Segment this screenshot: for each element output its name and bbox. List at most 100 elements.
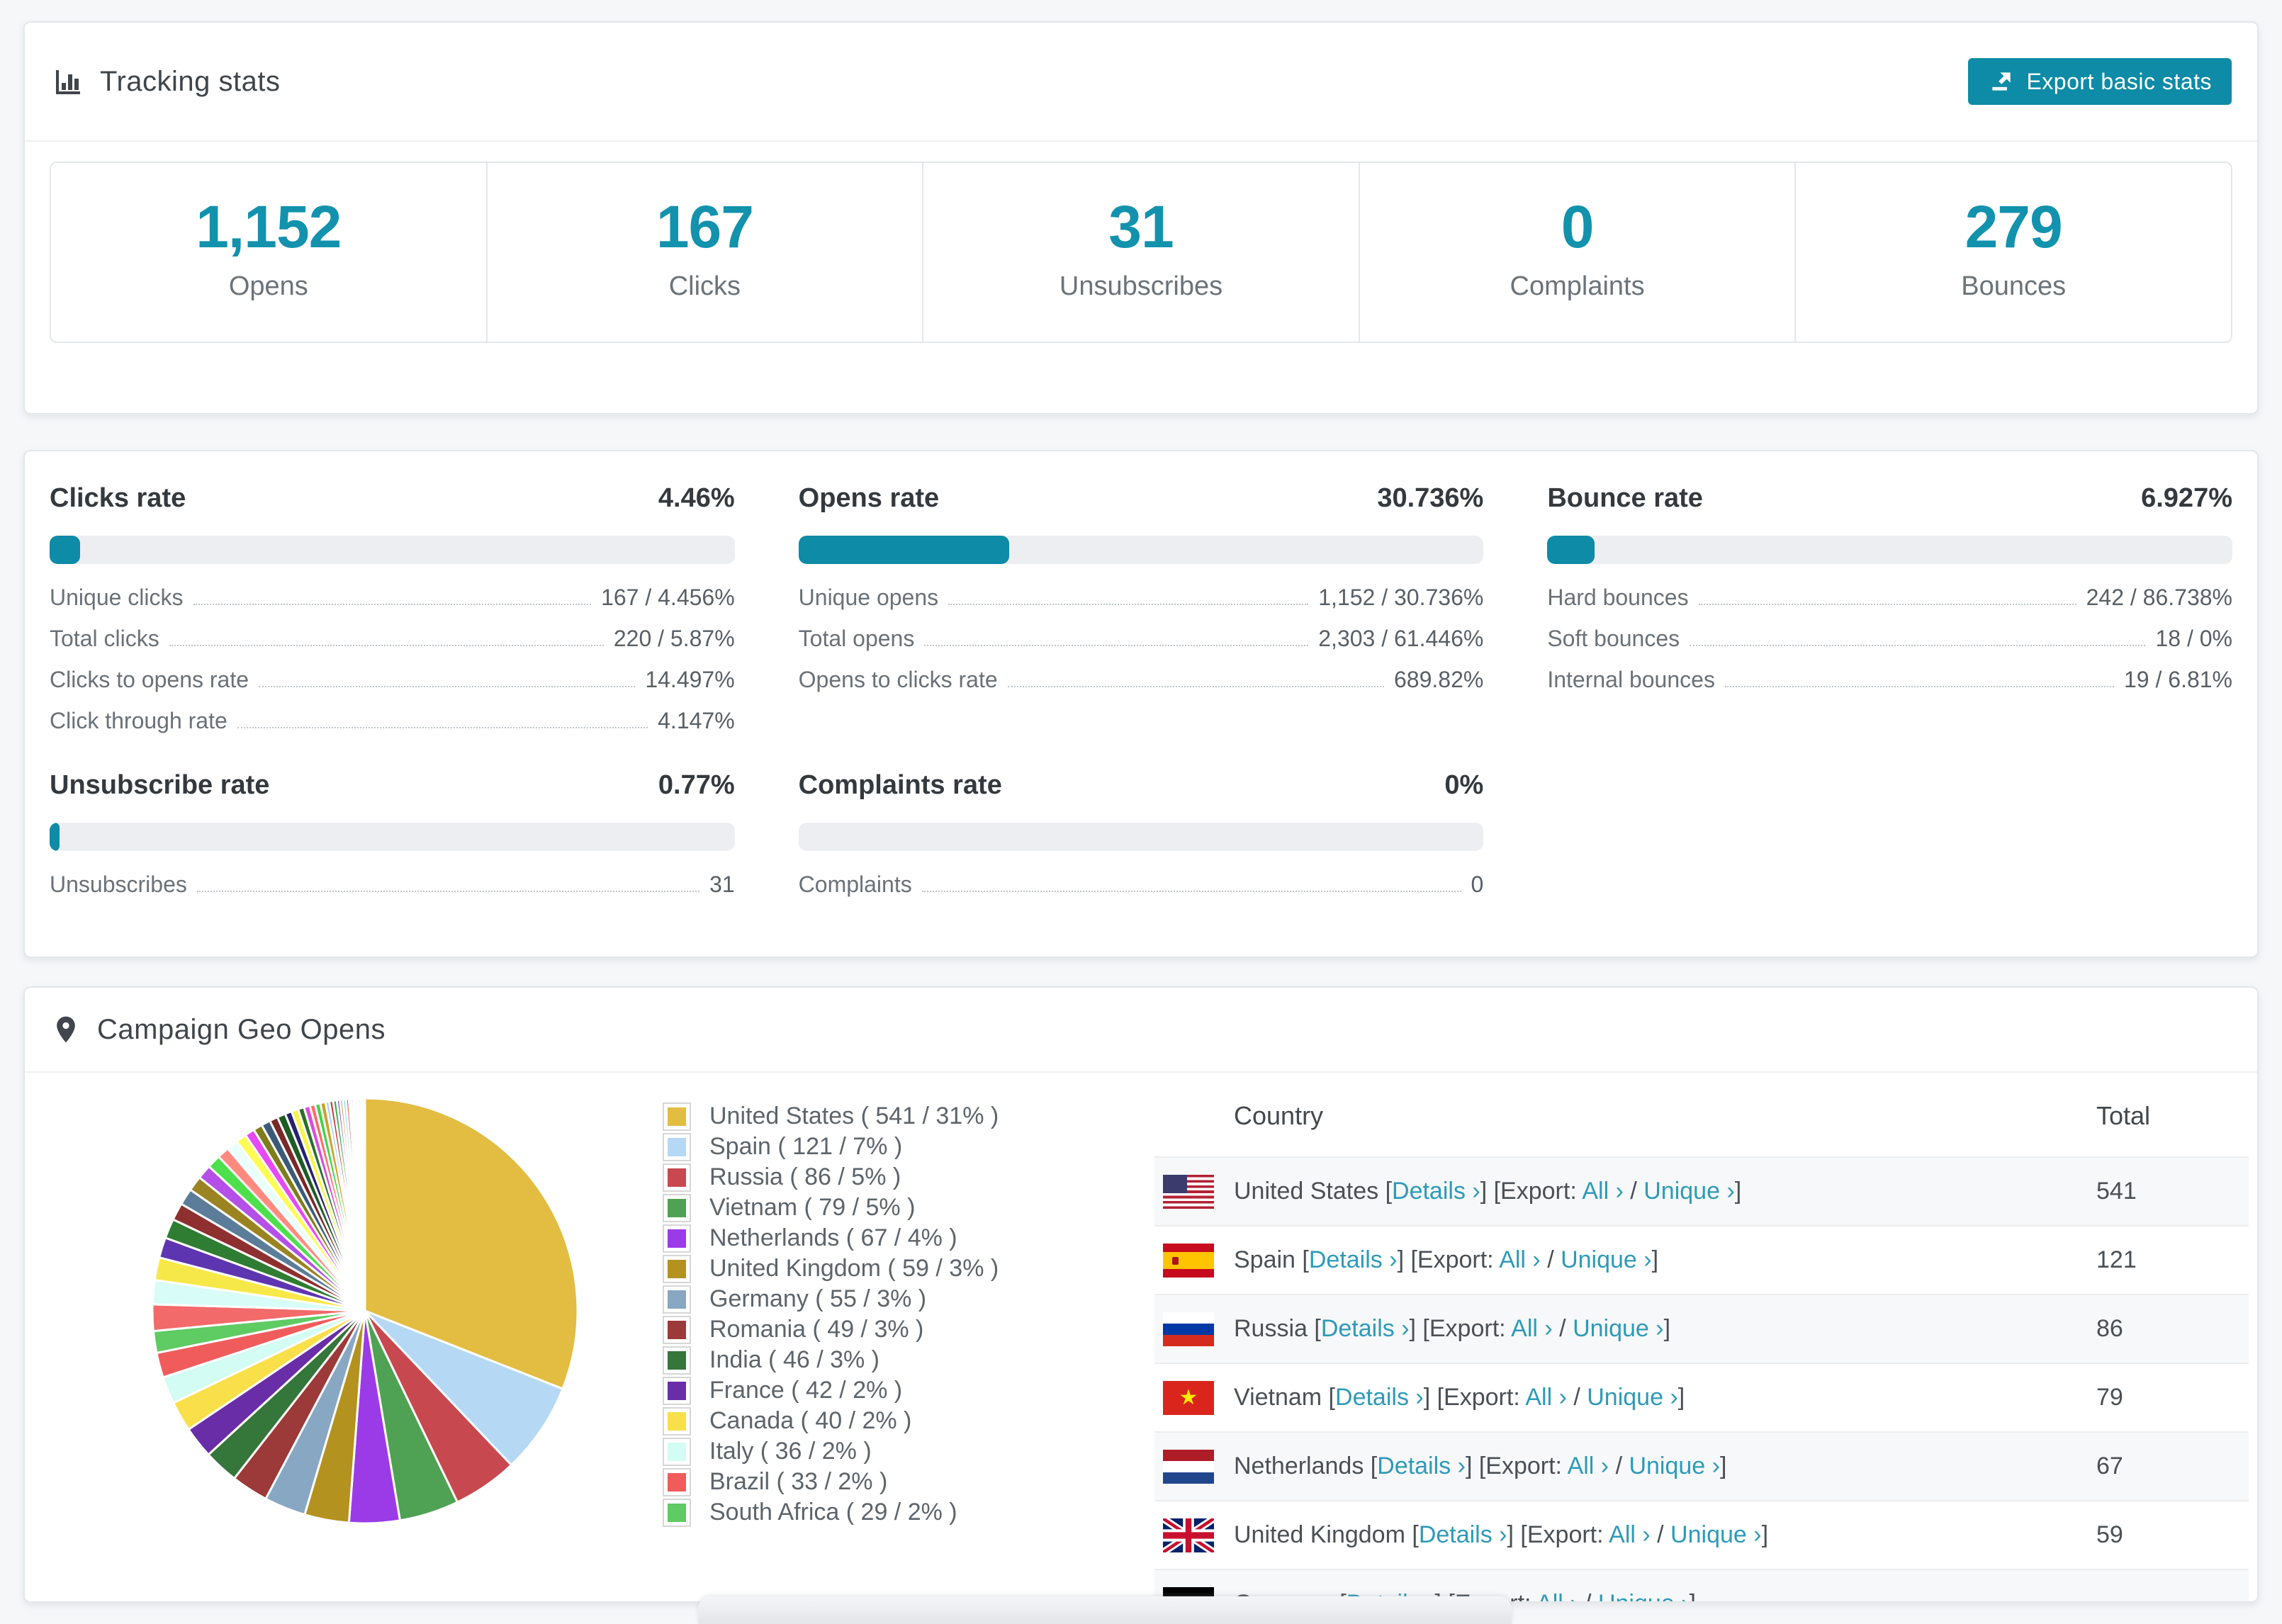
rate-progress-bar [50, 536, 735, 564]
legend-item-vietnam[interactable]: Vietnam ( 79 / 5% ) [663, 1192, 1088, 1223]
pie-chart-svg[interactable] [145, 1091, 585, 1530]
total-cell: 121 [2096, 1246, 2137, 1273]
legend-item-netherlands[interactable]: Netherlands ( 67 / 4% ) [663, 1223, 1088, 1253]
legend-swatch [663, 1193, 691, 1222]
slash-text: / [1578, 1590, 1598, 1601]
rate-title: Opens rate [798, 483, 940, 513]
legend-label: Spain ( 121 / 7% ) [709, 1133, 903, 1160]
details-link[interactable]: Details › [1392, 1178, 1480, 1205]
export-unique-link[interactable]: Unique › [1598, 1590, 1690, 1601]
legend-item-france[interactable]: France ( 42 / 2% ) [663, 1375, 1088, 1406]
legend-label: United Kingdom ( 59 / 3% ) [709, 1255, 999, 1282]
export-all-link[interactable]: All › [1499, 1246, 1541, 1273]
dotted-leader [921, 891, 1461, 892]
rate-title: Clicks rate [50, 483, 186, 513]
export-all-link[interactable]: All › [1536, 1590, 1578, 1601]
legend-item-brazil[interactable]: Brazil ( 33 / 2% ) [663, 1467, 1088, 1497]
rate-value: 4.46% [658, 483, 735, 513]
rate-progress-fill [798, 536, 1009, 564]
rate-block-complaints-rate: Complaints rate 0% Complaints 0 [798, 770, 1484, 902]
export-unique-link[interactable]: Unique › [1587, 1384, 1678, 1411]
legend-label: South Africa ( 29 / 2% ) [709, 1499, 957, 1526]
export-unique-link[interactable]: Unique › [1573, 1315, 1664, 1342]
geo-pie-chart[interactable] [145, 1091, 585, 1534]
details-link[interactable]: Details › [1321, 1315, 1410, 1342]
export-all-link[interactable]: All › [1511, 1315, 1553, 1342]
geo-table-row-united-states: United States [Details ›] [Export: All ›… [1154, 1156, 2249, 1225]
legend-swatch [663, 1437, 691, 1466]
country-cell: Netherlands [Details ›] [Export: All › /… [1234, 1453, 2096, 1480]
details-link[interactable]: Details › [1309, 1246, 1398, 1273]
rate-value: 6.927% [2141, 483, 2232, 513]
rate-progress-fill [50, 823, 60, 851]
flag-icon-es [1163, 1243, 1214, 1278]
legend-item-united-states[interactable]: United States ( 541 / 31% ) [663, 1101, 1088, 1132]
legend-item-spain[interactable]: Spain ( 121 / 7% ) [663, 1132, 1088, 1162]
country-name: Vietnam [ [1234, 1384, 1336, 1411]
export-basic-stats-button[interactable]: Export basic stats [1968, 58, 2232, 105]
export-unique-link[interactable]: Unique › [1643, 1178, 1735, 1205]
bracket-text: ] [Export: [1480, 1178, 1583, 1205]
detail-label: Total opens [798, 626, 915, 651]
export-all-link[interactable]: All › [1582, 1178, 1624, 1205]
legend-label: Germany ( 55 / 3% ) [709, 1285, 927, 1312]
legend-item-south-africa[interactable]: South Africa ( 29 / 2% ) [663, 1497, 1088, 1528]
geo-table-row-spain: Spain [Details ›] [Export: All › / Uniqu… [1154, 1225, 2249, 1294]
summary-tile-clicks: 167 Clicks [485, 163, 923, 342]
dotted-leader [1698, 604, 2076, 605]
legend-swatch [663, 1376, 691, 1405]
geo-table: Country Total United States [Details ›] … [1154, 1073, 2249, 1601]
geo-table-row-russia: Russia [Details ›] [Export: All › / Uniq… [1154, 1294, 2249, 1363]
slash-text: / [1566, 1384, 1587, 1411]
rate-value: 0% [1444, 770, 1484, 800]
summary-tile-bounces: 279 Bounces [1794, 163, 2231, 342]
column-header-country: Country [1234, 1101, 1324, 1130]
legend-item-india[interactable]: India ( 46 / 3% ) [663, 1345, 1088, 1375]
geo-table-row-united-kingdom: United Kingdom [Details ›] [Export: All … [1154, 1500, 2249, 1569]
details-link[interactable]: Details › [1335, 1384, 1424, 1411]
detail-label: Unique opens [798, 585, 939, 610]
details-link[interactable]: Details › [1377, 1453, 1466, 1479]
details-link[interactable]: Details › [1419, 1521, 1507, 1548]
rate-progress-bar [1547, 536, 2232, 564]
rate-detail-total-opens: Total opens 2,303 / 61.446% [799, 615, 1484, 656]
summary-value: 167 [656, 193, 754, 260]
rate-block-clicks-rate: Clicks rate 4.46% Unique clicks 167 / 4.456… [50, 483, 735, 738]
column-header-total: Total [2096, 1101, 2151, 1130]
export-all-link[interactable]: All › [1609, 1521, 1651, 1548]
total-cell: 86 [2096, 1315, 2123, 1342]
card-title: Campaign Geo Opens [97, 1013, 386, 1045]
legend-item-romania[interactable]: Romania ( 49 / 3% ) [663, 1314, 1088, 1345]
slash-text: / [1609, 1453, 1629, 1479]
legend-item-russia[interactable]: Russia ( 86 / 5% ) [663, 1162, 1088, 1192]
export-all-link[interactable]: All › [1568, 1453, 1609, 1479]
bracket-text: ] [Export: [1423, 1384, 1526, 1411]
geo-opens-card: Campaign Geo Opens United States ( 541 /… [23, 986, 2259, 1603]
rate-detail-opens-to-clicks-rate: Opens to clicks rate 689.82% [799, 656, 1484, 697]
flag-icon-ru [1163, 1312, 1214, 1346]
summary-tile-complaints: 0 Complaints [1358, 163, 1795, 342]
slash-text: / [1650, 1521, 1671, 1548]
flag-icon-nl [1163, 1449, 1214, 1484]
legend-item-canada[interactable]: Canada ( 40 / 2% ) [663, 1406, 1088, 1436]
rate-value: 0.77% [658, 770, 735, 800]
export-all-link[interactable]: All › [1525, 1384, 1567, 1411]
export-unique-link[interactable]: Unique › [1670, 1521, 1762, 1548]
geo-table-row-vietnam: ★ Vietnam [Details ›] [Export: All › / Un… [1154, 1363, 2249, 1431]
export-unique-link[interactable]: Unique › [1629, 1453, 1720, 1479]
detail-value: 18 / 0% [2155, 626, 2232, 651]
detail-value: 1,152 / 30.736% [1318, 585, 1484, 610]
detail-value: 2,303 / 61.446% [1318, 626, 1484, 651]
slash-text: / [1623, 1178, 1644, 1205]
rate-detail-soft-bounces: Soft bounces 18 / 0% [1547, 615, 2232, 656]
legend-item-germany[interactable]: Germany ( 55 / 3% ) [663, 1284, 1088, 1314]
detail-label: Internal bounces [1547, 667, 1715, 692]
bracket-text: ] [1734, 1178, 1742, 1205]
legend-item-italy[interactable]: Italy ( 36 / 2% ) [663, 1436, 1088, 1467]
detail-value: 14.497% [645, 667, 735, 692]
rate-detail-clicks-to-opens-rate: Clicks to opens rate 14.497% [50, 656, 735, 697]
legend-item-united-kingdom[interactable]: United Kingdom ( 59 / 3% ) [663, 1253, 1088, 1284]
bracket-text: ] [Export: [1507, 1521, 1609, 1548]
export-unique-link[interactable]: Unique › [1561, 1246, 1652, 1273]
tracking-stats-card: Tracking stats Export basic stats 1,152 O… [23, 21, 2259, 415]
